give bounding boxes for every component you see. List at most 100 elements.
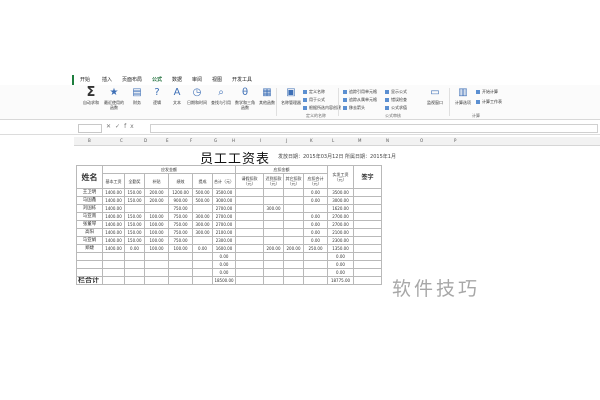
- cell[interactable]: 750.00: [168, 220, 193, 229]
- cell[interactable]: 2700.00: [212, 220, 236, 229]
- cell[interactable]: 马亚南: [76, 212, 103, 221]
- cell[interactable]: [102, 268, 125, 277]
- cell[interactable]: 0.00: [303, 220, 328, 229]
- column-header[interactable]: N: [386, 137, 389, 145]
- name-box[interactable]: [78, 124, 102, 133]
- net-pay-header[interactable]: 实发工资（元）: [327, 165, 354, 189]
- datetime-button[interactable]: ◷ 日期和时间: [186, 87, 208, 113]
- cell[interactable]: 750.00: [168, 212, 193, 221]
- cell[interactable]: 1200.00: [168, 188, 193, 197]
- cell[interactable]: [192, 276, 213, 285]
- cell[interactable]: [283, 252, 304, 261]
- cell[interactable]: [102, 252, 125, 261]
- cell[interactable]: 郑婕: [76, 244, 103, 253]
- cell[interactable]: 2700.00: [327, 212, 354, 221]
- remove-arrows-button[interactable]: 移去箭头: [343, 104, 365, 111]
- cell[interactable]: [192, 204, 213, 213]
- cell[interactable]: [168, 260, 193, 269]
- cell[interactable]: 0.00: [303, 196, 328, 205]
- cell[interactable]: [235, 244, 264, 253]
- cell[interactable]: [192, 252, 213, 261]
- cell[interactable]: [263, 228, 284, 237]
- use-in-formula-button[interactable]: 用于公式: [303, 96, 325, 103]
- column-header[interactable]: K: [310, 137, 313, 145]
- cancel-icon[interactable]: ✕: [106, 123, 115, 130]
- cell[interactable]: 高阳: [76, 228, 103, 237]
- cell[interactable]: 100.00: [144, 212, 169, 221]
- cell[interactable]: [263, 188, 284, 197]
- cell[interactable]: [168, 252, 193, 261]
- header-cell[interactable]: 迟到扣款（元）: [263, 173, 284, 189]
- cell[interactable]: [76, 252, 103, 261]
- column-header[interactable]: D: [144, 137, 147, 145]
- cell[interactable]: 150.00: [124, 196, 145, 205]
- formula-input[interactable]: [150, 124, 598, 133]
- cell[interactable]: [353, 228, 382, 237]
- cell[interactable]: [235, 204, 264, 213]
- more-functions-button[interactable]: ▦ 其他函数: [256, 87, 278, 113]
- cell[interactable]: 2700.00: [212, 212, 236, 221]
- cell[interactable]: 1400.00: [102, 236, 125, 245]
- cell[interactable]: 马国鑫: [76, 196, 103, 205]
- cell[interactable]: 0.00: [327, 252, 354, 261]
- cell[interactable]: 2700.00: [327, 220, 354, 229]
- trace-dependents-button[interactable]: 追踪从属单元格: [343, 96, 377, 103]
- cell[interactable]: [263, 252, 284, 261]
- cell[interactable]: 0.00: [212, 268, 236, 277]
- header-cell[interactable]: 合计（元）: [212, 173, 236, 189]
- cell[interactable]: [235, 212, 264, 221]
- cell[interactable]: [144, 260, 169, 269]
- cell[interactable]: [235, 220, 264, 229]
- cell[interactable]: 150.00: [124, 212, 145, 221]
- cell[interactable]: [303, 268, 328, 277]
- column-header[interactable]: O: [420, 137, 423, 145]
- cell[interactable]: 200.00: [144, 196, 169, 205]
- fx-icon[interactable]: fx: [124, 123, 138, 130]
- header-cell[interactable]: 补贴: [144, 173, 169, 189]
- cell[interactable]: 1620.00: [327, 204, 354, 213]
- cell[interactable]: 150.00: [124, 236, 145, 245]
- cell[interactable]: [235, 196, 264, 205]
- cell[interactable]: [192, 260, 213, 269]
- cell[interactable]: 马亚娟: [76, 236, 103, 245]
- cell[interactable]: 0.00: [124, 244, 145, 253]
- cell[interactable]: [168, 276, 193, 285]
- header-cell[interactable]: 基本工资: [102, 173, 125, 189]
- show-formulas-button[interactable]: 显示公式: [385, 88, 407, 95]
- cell[interactable]: [263, 236, 284, 245]
- define-name-button[interactable]: 定义名称: [303, 88, 325, 95]
- cell[interactable]: [353, 244, 382, 253]
- cell[interactable]: 王卫明: [76, 188, 103, 197]
- cell[interactable]: [168, 268, 193, 277]
- cell[interactable]: [263, 212, 284, 221]
- cell[interactable]: [263, 196, 284, 205]
- cell[interactable]: [263, 268, 284, 277]
- cell[interactable]: 1400.00: [102, 188, 125, 197]
- logical-button[interactable]: ? 逻辑: [146, 87, 168, 113]
- cell[interactable]: [353, 212, 382, 221]
- create-from-selection-button[interactable]: 根据所选内容创建: [303, 104, 341, 111]
- name-manager-button[interactable]: ▣ 名称管理器: [280, 87, 302, 113]
- cell[interactable]: 300.00: [192, 220, 213, 229]
- column-header[interactable]: J: [286, 137, 287, 145]
- tab-page-layout[interactable]: 页面布局: [122, 75, 142, 85]
- column-header[interactable]: H: [232, 137, 235, 145]
- cell[interactable]: 100.00: [144, 244, 169, 253]
- cell[interactable]: 0.00: [303, 228, 328, 237]
- cell[interactable]: 250.00: [303, 244, 328, 253]
- cell[interactable]: [353, 204, 382, 213]
- header-cell[interactable]: 绩效: [168, 173, 193, 189]
- math-button[interactable]: θ 数学和三角函数: [234, 87, 256, 113]
- cell[interactable]: [283, 276, 304, 285]
- cell[interactable]: 2700.00: [212, 204, 236, 213]
- column-header[interactable]: E: [166, 137, 169, 145]
- cell[interactable]: 0.00: [303, 236, 328, 245]
- cell[interactable]: [124, 252, 145, 261]
- cell[interactable]: 100.00: [144, 228, 169, 237]
- evaluate-formula-button[interactable]: 公式求值: [385, 104, 407, 111]
- cell[interactable]: [283, 204, 304, 213]
- cell[interactable]: 750.00: [168, 236, 193, 245]
- header-cell[interactable]: 全勤奖: [124, 173, 145, 189]
- cell[interactable]: [144, 276, 169, 285]
- cell[interactable]: [102, 260, 125, 269]
